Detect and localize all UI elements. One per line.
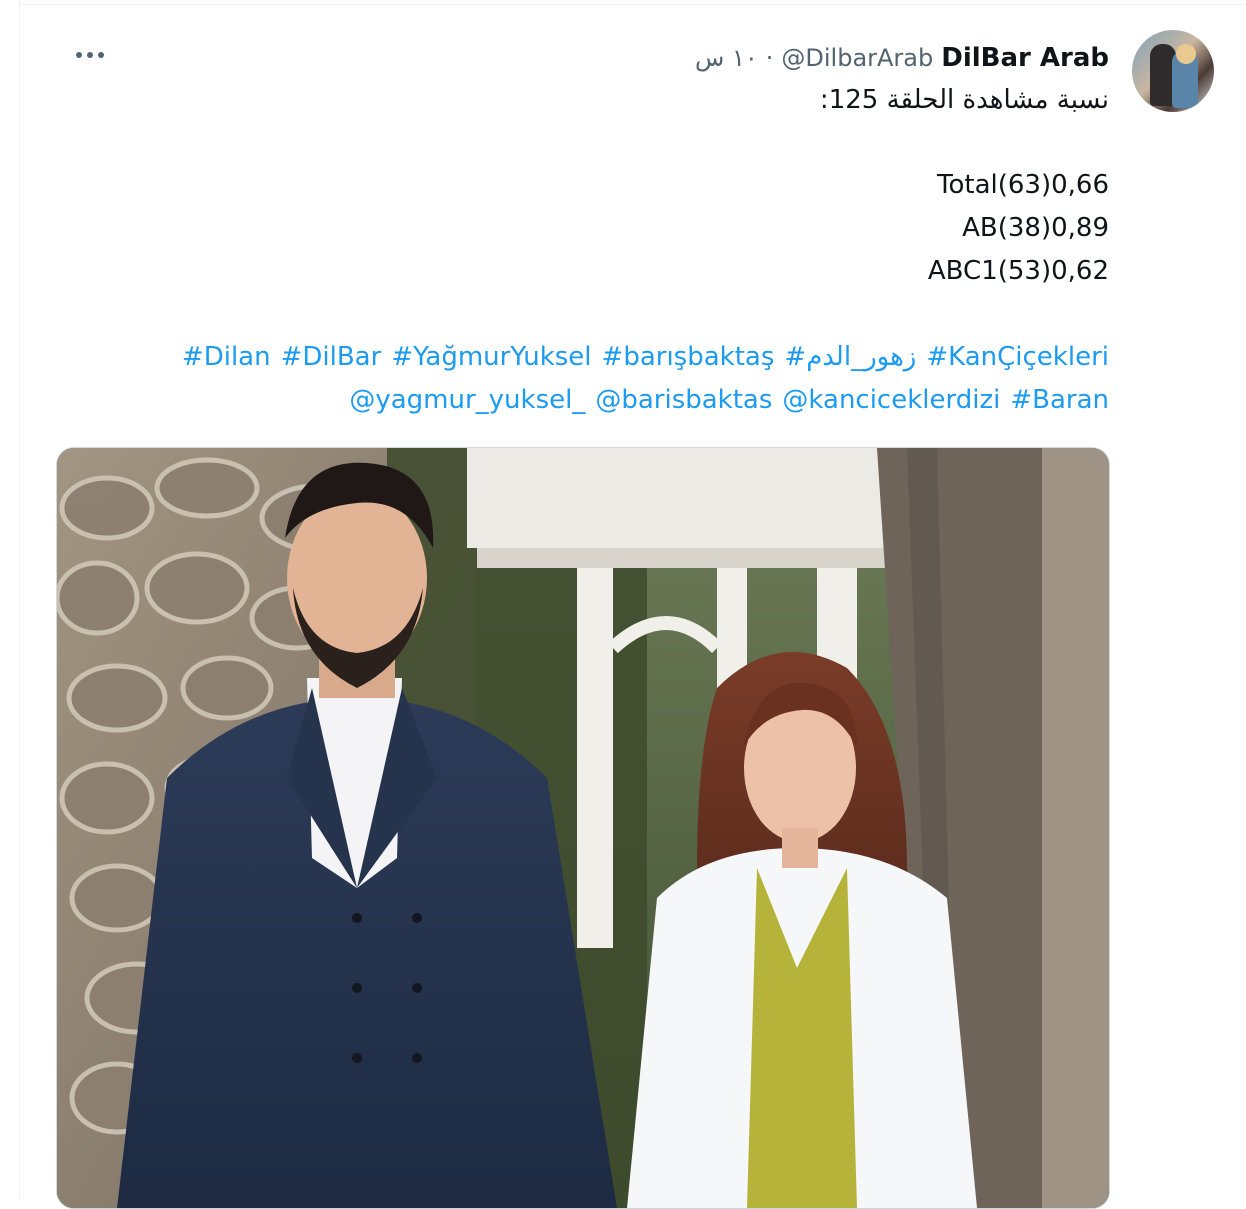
mention-link[interactable]: @barisbaktas bbox=[595, 385, 772, 415]
tweet-text-title: نسبة مشاهدة الحلقة 125: bbox=[819, 85, 1109, 115]
more-horizontal-icon[interactable] bbox=[60, 35, 120, 75]
hashtags-line-2: #Baran @kanciceklerdizi @barisbaktas @ya… bbox=[349, 385, 1109, 415]
tweet-timestamp[interactable]: ١٠ س bbox=[695, 44, 758, 72]
hashtag-link[interactable]: #Baran bbox=[1010, 385, 1109, 415]
tweet-media-photo[interactable] bbox=[56, 447, 1110, 1209]
photo-illustration bbox=[57, 448, 1109, 1208]
hashtag-link[interactable]: #barışbaktaş bbox=[602, 342, 775, 372]
header-separator: · bbox=[765, 44, 774, 72]
hashtag-link[interactable]: #YağmurYuksel bbox=[391, 342, 591, 372]
hashtag-link[interactable]: #KanÇiçekleri bbox=[926, 342, 1109, 372]
avatar-figure-hair bbox=[1176, 44, 1196, 64]
display-name[interactable]: DilBar Arab bbox=[941, 43, 1109, 73]
mention-link[interactable]: @yagmur_yuksel_ bbox=[349, 385, 585, 415]
tweet-header: DilBar Arab @DilbarArab · ١٠ س bbox=[695, 41, 1109, 75]
tweet-text-ab: AB(38)0,89 bbox=[962, 213, 1109, 243]
tweet-text-abc1: ABC1(53)0,62 bbox=[927, 256, 1109, 286]
hashtag-link[interactable]: #زهور_الدم bbox=[784, 342, 916, 372]
page-frame: DilBar Arab @DilbarArab · ١٠ س نسبة مشاه… bbox=[0, 0, 1246, 1209]
mention-link[interactable]: @kanciceklerdizi bbox=[782, 385, 1000, 415]
hashtag-link[interactable]: #Dilan bbox=[182, 342, 271, 372]
hashtags-line-1: #KanÇiçekleri #زهور_الدم #barışbaktaş #Y… bbox=[182, 342, 1109, 372]
tweet-text-total: Total(63)0,66 bbox=[937, 170, 1109, 200]
avatar[interactable] bbox=[1132, 30, 1214, 112]
user-handle[interactable]: @DilbarArab bbox=[781, 44, 933, 72]
hashtag-link[interactable]: #DilBar bbox=[281, 342, 382, 372]
tweet[interactable]: DilBar Arab @DilbarArab · ١٠ س نسبة مشاه… bbox=[20, 5, 1246, 1209]
